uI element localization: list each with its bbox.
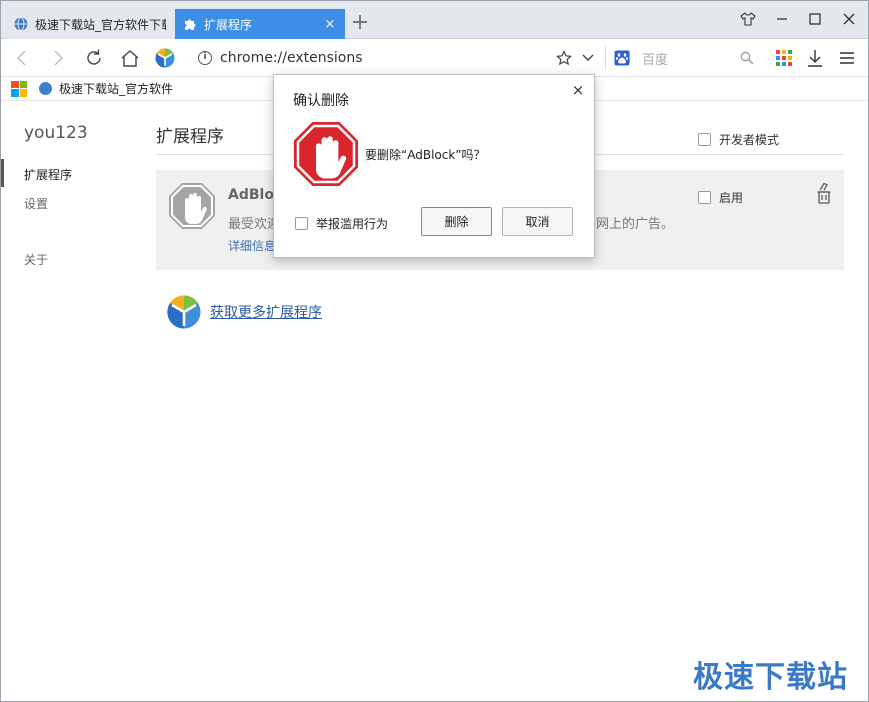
adblock-stop-icon <box>294 122 358 186</box>
browser-logo-icon <box>155 48 175 68</box>
developer-mode-toggle[interactable]: 开发者模式 <box>698 131 779 148</box>
globe-icon <box>14 17 28 31</box>
bookmark-item[interactable]: 极速下载站_官方软件 <box>39 80 173 97</box>
dialog-message: 要删除“AdBlock”吗？ <box>365 148 486 162</box>
plus-icon <box>353 15 367 29</box>
arrow-right-icon <box>54 50 63 66</box>
get-more-extensions-link[interactable]: 获取更多扩展程序 <box>210 302 322 322</box>
report-abuse-label: 举报滥用行为 <box>316 217 389 231</box>
reload-icon <box>87 49 101 65</box>
shirt-icon <box>740 12 756 26</box>
developer-mode-label: 开发者模式 <box>719 133 780 147</box>
skin-button[interactable] <box>736 8 760 30</box>
url-text: chrome://extensions <box>220 50 363 66</box>
download-icon <box>808 50 822 67</box>
sidebar-item-extensions[interactable]: 扩展程序 <box>24 166 72 183</box>
developer-mode-checkbox[interactable] <box>698 133 711 146</box>
forward-button[interactable] <box>46 46 70 70</box>
browser-logo-icon <box>167 295 201 329</box>
dialog-title: 确认删除 <box>293 93 349 109</box>
trash-icon[interactable] <box>816 182 832 204</box>
tab-extensions[interactable]: 扩展程序 × <box>175 9 345 39</box>
reload-button[interactable] <box>82 46 106 70</box>
bookmark-label: 极速下载站_官方软件 <box>59 82 174 96</box>
search-box[interactable]: 百度 <box>605 46 760 70</box>
globe-icon <box>39 82 52 95</box>
baidu-paw-icon <box>614 50 630 66</box>
minimize-button[interactable] <box>770 8 794 30</box>
close-icon[interactable]: × <box>323 17 337 32</box>
home-icon <box>121 50 139 67</box>
menu-button[interactable] <box>835 46 859 70</box>
sidebar-item-about[interactable]: 关于 <box>24 251 48 268</box>
search-icon[interactable] <box>740 51 754 65</box>
selected-indicator <box>0 159 4 187</box>
enable-label: 启用 <box>719 191 744 205</box>
report-abuse-option[interactable]: 举报滥用行为 <box>295 215 388 232</box>
delete-button[interactable]: 删除 <box>421 207 492 236</box>
toolbar: i chrome://extensions 百度 <box>0 39 869 77</box>
profile-name: you123 <box>24 123 88 143</box>
star-icon <box>556 50 572 66</box>
close-icon <box>843 13 855 25</box>
cancel-button[interactable]: 取消 <box>502 207 573 236</box>
extension-description-tail: 网上的广告。 <box>596 217 675 232</box>
close-icon[interactable]: × <box>570 81 586 99</box>
search-placeholder: 百度 <box>642 52 669 68</box>
sidebar-item-settings[interactable]: 设置 <box>24 195 48 212</box>
extension-details-link[interactable]: 详细信息 <box>228 237 276 254</box>
new-tab-button[interactable] <box>352 11 368 35</box>
address-bar[interactable]: i chrome://extensions <box>190 48 600 68</box>
apps-shortcut-icon[interactable] <box>11 80 27 97</box>
apps-grid-icon <box>776 50 792 66</box>
report-abuse-checkbox[interactable] <box>295 217 308 230</box>
tab-title: 极速下载站_官方软件下载 <box>35 17 166 32</box>
maximize-button[interactable] <box>803 8 827 30</box>
download-button[interactable] <box>803 46 827 70</box>
extension-enable-toggle[interactable]: 启用 <box>698 189 743 206</box>
page-title: 扩展程序 <box>156 127 224 147</box>
hamburger-menu-icon <box>840 52 854 64</box>
home-button[interactable] <box>118 46 142 70</box>
info-icon[interactable]: i <box>198 51 212 65</box>
enable-checkbox[interactable] <box>698 191 711 204</box>
close-window-button[interactable] <box>837 8 861 30</box>
tab-bar: 极速下载站_官方软件下载 扩展程序 × <box>0 0 869 39</box>
puzzle-icon <box>185 19 196 30</box>
watermark: 极速下载站 <box>693 660 848 695</box>
tab-jisu[interactable]: 极速下载站_官方软件下载 <box>6 9 174 39</box>
back-button[interactable] <box>10 46 34 70</box>
minimize-icon <box>777 18 787 20</box>
bookmark-star-button[interactable] <box>552 46 576 70</box>
adblock-icon <box>169 183 215 229</box>
get-more-extensions[interactable]: 获取更多扩展程序 <box>167 295 322 329</box>
sidebar: you123 扩展程序 设置 关于 <box>0 101 140 702</box>
chevron-down-icon <box>582 54 594 61</box>
tab-title: 扩展程序 <box>204 17 253 32</box>
address-dropdown-button[interactable] <box>576 46 600 70</box>
apps-button[interactable] <box>772 46 796 70</box>
maximize-icon <box>809 13 821 25</box>
confirm-remove-dialog: 确认删除 × 要删除“AdBlock”吗？ 举报滥用行为 删除 取消 <box>273 74 595 258</box>
arrow-left-icon <box>17 50 26 66</box>
browser-logo-button[interactable] <box>153 46 177 70</box>
